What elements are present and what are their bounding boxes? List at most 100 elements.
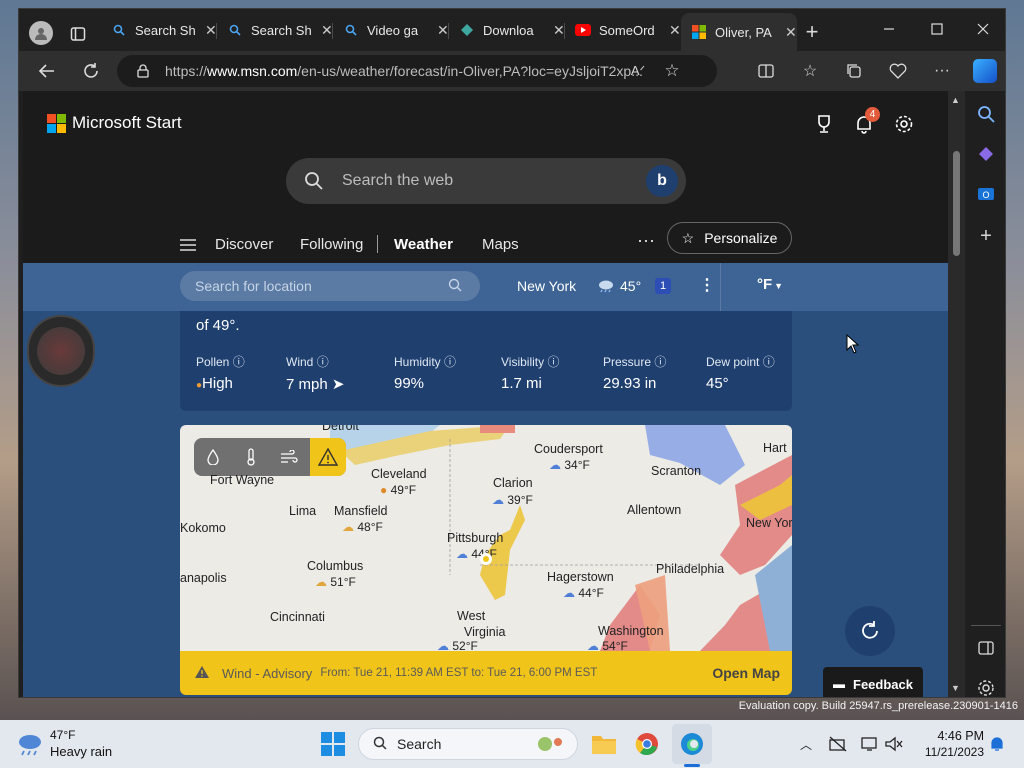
- back-icon[interactable]: [37, 61, 57, 81]
- alert-count-badge[interactable]: 1: [655, 278, 671, 294]
- volume-muted-icon[interactable]: [884, 734, 904, 754]
- show-hidden-icons-chevron-icon[interactable]: ︿: [798, 736, 814, 752]
- tab-search-2[interactable]: Search Sh ✕: [217, 15, 333, 45]
- menu-hamburger-icon[interactable]: [179, 236, 197, 254]
- bing-icon[interactable]: b: [646, 165, 678, 197]
- tab-search-1[interactable]: Search Sh ✕: [101, 15, 217, 45]
- unit-selector[interactable]: °F ▼: [757, 276, 783, 293]
- open-map-link[interactable]: Open Map: [712, 665, 780, 681]
- settings-gear-icon[interactable]: [893, 113, 915, 135]
- display-icon[interactable]: [860, 734, 880, 754]
- hide-sidebar-icon[interactable]: [975, 637, 997, 659]
- temperature-layer-icon[interactable]: [240, 446, 262, 468]
- close-window-icon[interactable]: [975, 21, 991, 37]
- weather-map[interactable]: Detroit Fort Wayne Kokomo Lima Mansfield…: [180, 425, 792, 651]
- taskbar-search[interactable]: Search: [358, 728, 578, 760]
- clock-time[interactable]: 4:46 PM: [920, 729, 984, 743]
- info-icon[interactable]: ⓘ: [654, 355, 666, 369]
- add-sidebar-app-icon[interactable]: +: [975, 225, 997, 247]
- taskbar-weather-desc[interactable]: Heavy rain: [50, 744, 112, 759]
- info-icon[interactable]: ⓘ: [233, 355, 245, 369]
- maximize-icon[interactable]: [929, 21, 945, 37]
- rain-cloud-icon: ☁: [563, 586, 575, 600]
- close-tab-icon[interactable]: ✕: [205, 22, 217, 39]
- map-city: Scranton: [651, 464, 702, 478]
- close-tab-icon[interactable]: ✕: [553, 22, 565, 39]
- edge-taskbar-icon[interactable]: [672, 724, 712, 764]
- taskbar-weather-temp[interactable]: 47°F: [50, 728, 75, 742]
- read-aloud-icon[interactable]: Aᐟ: [629, 62, 647, 80]
- collections-icon[interactable]: [845, 62, 863, 80]
- tab-bar: Search Sh ✕ Search Sh ✕ Video ga ✕ Downloa ✕…: [19, 9, 1005, 51]
- web-search-box[interactable]: Search the web b: [286, 158, 686, 204]
- radar-thumbnail[interactable]: [27, 315, 95, 387]
- close-tab-icon[interactable]: ✕: [785, 24, 797, 41]
- youtube-icon: [575, 22, 591, 38]
- info-icon[interactable]: ⓘ: [317, 355, 329, 369]
- profile-avatar-icon[interactable]: [29, 21, 53, 45]
- tab-actions-icon[interactable]: [69, 25, 87, 43]
- info-icon[interactable]: ⓘ: [444, 355, 456, 369]
- personalize-button[interactable]: ☆ Personalize: [667, 222, 792, 254]
- refresh-button[interactable]: [845, 606, 895, 656]
- address-bar-row: https://www.msn.com/en-us/weather/foreca…: [19, 51, 1005, 91]
- chrome-icon[interactable]: [633, 730, 661, 758]
- refresh-icon[interactable]: [81, 61, 101, 81]
- url-path: /en-us/weather/forecast/in-Oliver,PA?loc…: [297, 63, 643, 79]
- favorite-star-icon[interactable]: ☆: [663, 61, 681, 80]
- search-icon: [111, 22, 127, 38]
- nav-weather[interactable]: Weather: [394, 236, 453, 253]
- file-explorer-icon[interactable]: [590, 730, 618, 758]
- split-screen-icon[interactable]: [757, 62, 775, 80]
- weather-widget-icon[interactable]: [16, 731, 44, 757]
- favorites-icon[interactable]: ☆: [801, 62, 819, 80]
- warning-triangle-icon: [194, 665, 210, 682]
- svg-text:O: O: [982, 190, 989, 200]
- weather-alert-banner[interactable]: Wind - Advisory From: Tue 21, 11:39 AM E…: [180, 651, 792, 695]
- sidebar-settings-gear-icon[interactable]: [975, 677, 997, 699]
- wind-layer-icon[interactable]: [278, 446, 300, 468]
- tab-download[interactable]: Downloa ✕: [449, 15, 565, 45]
- close-tab-icon[interactable]: ✕: [437, 22, 449, 39]
- nav-maps[interactable]: Maps: [482, 236, 519, 253]
- more-options-icon[interactable]: ···: [933, 62, 951, 80]
- alert-layer-icon[interactable]: [310, 438, 346, 476]
- more-nav-icon[interactable]: ···: [637, 230, 655, 251]
- sidebar-copilot-icon[interactable]: [975, 143, 997, 165]
- info-icon[interactable]: ⓘ: [547, 355, 559, 369]
- close-tab-icon[interactable]: ✕: [321, 22, 333, 39]
- metric-pollen: Pollen ⓘ ●High: [196, 355, 245, 392]
- lock-icon[interactable]: [135, 63, 151, 79]
- notification-center-bell-icon[interactable]: [988, 734, 1006, 754]
- copilot-icon[interactable]: [973, 59, 997, 83]
- nav-discover[interactable]: Discover: [215, 236, 273, 253]
- new-tab-icon[interactable]: +: [803, 19, 821, 44]
- current-city[interactable]: New York: [517, 278, 576, 294]
- tab-video-games[interactable]: Video ga ✕: [333, 15, 449, 45]
- browser-essentials-icon[interactable]: [889, 62, 907, 80]
- scroll-down-icon[interactable]: ▼: [951, 683, 960, 693]
- tab-oliver-pa[interactable]: Oliver, PA ✕: [681, 13, 797, 51]
- logo-text: Microsoft Start: [72, 113, 182, 132]
- microsoft-start-logo[interactable]: Microsoft Start: [47, 113, 182, 133]
- more-vertical-icon[interactable]: ⋮: [699, 275, 715, 295]
- scroll-thumb[interactable]: [953, 151, 960, 256]
- map-city: anapolis: [180, 571, 227, 585]
- outlook-icon[interactable]: O: [975, 183, 997, 205]
- minimize-icon[interactable]: [881, 21, 897, 37]
- scroll-up-icon[interactable]: ▲: [951, 95, 960, 105]
- feedback-button[interactable]: ▬ Feedback: [823, 667, 923, 697]
- network-off-icon[interactable]: [828, 734, 848, 754]
- tab-youtube[interactable]: SomeOrd ✕: [565, 15, 681, 45]
- url-field[interactable]: https://www.msn.com/en-us/weather/foreca…: [117, 55, 717, 87]
- precipitation-layer-icon[interactable]: [202, 446, 224, 468]
- page-scrollbar[interactable]: ▲ ▼: [948, 91, 965, 697]
- sidebar-search-icon[interactable]: [975, 103, 997, 125]
- close-tab-icon[interactable]: ✕: [669, 22, 681, 39]
- start-windows-icon[interactable]: [321, 732, 345, 756]
- location-search-input[interactable]: Search for location: [180, 271, 480, 301]
- rewards-trophy-icon[interactable]: [813, 113, 835, 135]
- clock-date[interactable]: 11/21/2023: [906, 745, 984, 759]
- info-icon[interactable]: ⓘ: [763, 355, 775, 369]
- nav-following[interactable]: Following: [300, 236, 363, 253]
